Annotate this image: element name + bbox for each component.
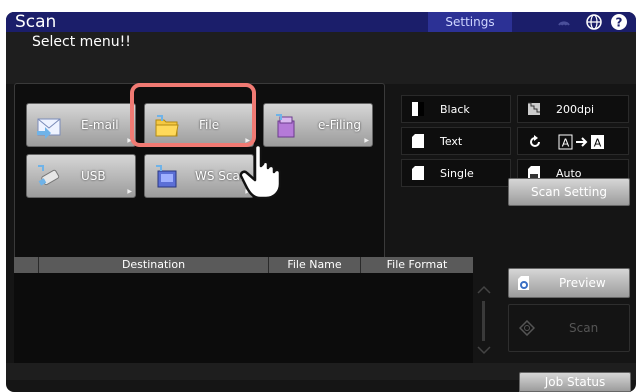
- destination-table-body[interactable]: [14, 273, 473, 363]
- email-button[interactable]: E-mail ▶: [26, 103, 136, 147]
- single-setting[interactable]: Single: [401, 159, 511, 187]
- mail-icon: [37, 118, 61, 139]
- single-label: Single: [440, 167, 474, 180]
- svg-text:A: A: [594, 137, 602, 150]
- preview-label: Preview: [559, 276, 606, 290]
- resolution-setting[interactable]: 200dpi: [517, 95, 629, 123]
- email-label: E-mail: [81, 118, 119, 132]
- svg-text:?: ?: [616, 16, 623, 30]
- efiling-icon: [276, 114, 295, 138]
- usb-label: USB: [81, 169, 106, 183]
- settings-button[interactable]: Settings: [428, 12, 512, 32]
- original-mode-setting[interactable]: Text: [401, 127, 511, 155]
- preview-button[interactable]: Preview: [508, 268, 630, 298]
- destination-table-header: Destination File Name File Format: [14, 257, 473, 273]
- single-page-icon: [412, 166, 424, 180]
- globe-icon[interactable]: [585, 13, 603, 31]
- column-file-format: File Format: [360, 257, 473, 273]
- selection-highlight: [130, 83, 256, 147]
- pointer-hand-icon: [239, 143, 282, 200]
- scan-label: Scan: [569, 321, 599, 335]
- scan-setting-button[interactable]: Scan Setting: [508, 178, 630, 206]
- scan-button[interactable]: Scan: [508, 304, 630, 352]
- column-destination: Destination: [38, 257, 268, 273]
- color-mode-label: Black: [440, 103, 470, 116]
- color-mode-setting[interactable]: Black: [401, 95, 511, 123]
- rotation-setting[interactable]: A A: [517, 127, 629, 155]
- job-status-button[interactable]: Job Status: [519, 372, 631, 392]
- resolution-label: 200dpi: [556, 103, 595, 116]
- efiling-button[interactable]: e-Filing ▶: [263, 103, 373, 147]
- wsscan-icon: [156, 165, 177, 188]
- resolution-icon: [528, 102, 540, 115]
- help-icon[interactable]: ?: [610, 13, 628, 31]
- start-icon: [519, 320, 535, 336]
- screen-title: Scan: [15, 12, 57, 32]
- column-file-name: File Name: [268, 257, 360, 273]
- original-mode-label: Text: [440, 135, 463, 148]
- svg-text:A: A: [562, 137, 570, 150]
- scroll-up-icon[interactable]: [477, 285, 491, 295]
- a-to-a-icon: A A: [558, 134, 604, 150]
- usb-button[interactable]: USB ▶: [26, 154, 136, 198]
- black-white-icon: [412, 102, 424, 116]
- scroll-track[interactable]: [482, 301, 485, 341]
- header-bar: Scan Settings ?: [6, 12, 636, 32]
- usb-icon: [38, 165, 60, 186]
- signal-icon: [555, 13, 573, 31]
- table-select-column: [14, 257, 38, 273]
- efiling-label: e-Filing: [318, 118, 361, 132]
- rotate-icon: [530, 135, 540, 147]
- prompt-text: Select menu!!: [32, 34, 131, 50]
- document-icon: [412, 134, 424, 148]
- scroll-down-icon[interactable]: [477, 345, 491, 355]
- table-scrollbar[interactable]: [473, 257, 495, 363]
- preview-icon: [518, 276, 529, 290]
